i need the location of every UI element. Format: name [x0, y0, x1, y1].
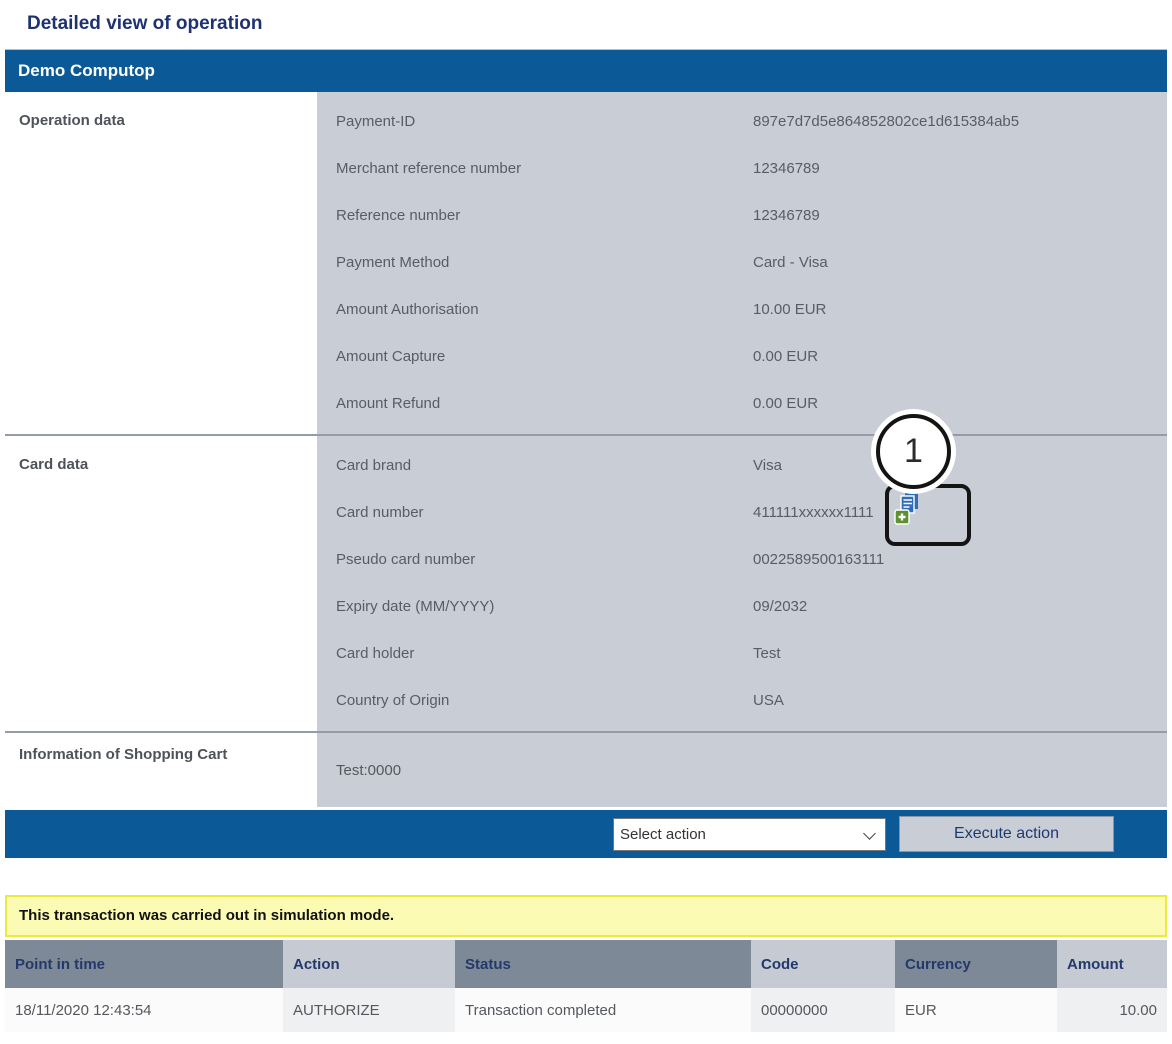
field-label: Country of Origin	[336, 692, 753, 709]
copy-card-number-icon[interactable]	[894, 491, 920, 531]
field-value: 0.00 EUR	[753, 395, 818, 412]
column-header-currency: Currency	[895, 940, 1057, 988]
detail-row-amount-capture: Amount Capture 0.00 EUR	[317, 333, 1167, 380]
field-value: Visa	[753, 457, 782, 474]
history-row: 18/11/2020 12:43:54 AUTHORIZE Transactio…	[5, 988, 1167, 1032]
section-rows: Card brand Visa Card number 411111xxxxxx…	[317, 436, 1167, 731]
detail-row-card-holder: Card holder Test	[317, 630, 1167, 677]
field-label: Payment-ID	[336, 113, 753, 130]
detail-row-expiry-date: Expiry date (MM/YYYY) 09/2032	[317, 583, 1167, 630]
field-value: 12346789	[753, 160, 820, 177]
detail-row-payment-method: Payment Method Card - Visa	[317, 239, 1167, 286]
field-label: Card number	[336, 504, 753, 521]
field-value: 09/2032	[753, 598, 807, 615]
field-value: 411111xxxxxx1111	[753, 504, 874, 521]
column-header-point-in-time: Point in time	[5, 940, 283, 988]
simulation-mode-notice: This transaction was carried out in simu…	[5, 895, 1167, 937]
detail-row-country-of-origin: Country of Origin USA	[317, 677, 1167, 724]
field-label: Payment Method	[336, 254, 753, 271]
field-label: Reference number	[336, 207, 753, 224]
field-label: Amount Refund	[336, 395, 753, 412]
action-select-wrap: Select action	[613, 818, 886, 851]
transaction-history-table: Point in time Action Status Code Currenc…	[5, 940, 1167, 1032]
action-select[interactable]: Select action	[613, 818, 886, 851]
field-value: USA	[753, 692, 784, 709]
cell-amount: 10.00	[1057, 988, 1167, 1032]
section-rows: Payment-ID 897e7d7d5e864852802ce1d615384…	[317, 92, 1167, 434]
field-value: 12346789	[753, 207, 820, 224]
section-title: Operation data	[5, 92, 317, 434]
detail-row-card-number: Card number 411111xxxxxx1111	[317, 489, 1167, 536]
cell-point-in-time: 18/11/2020 12:43:54	[5, 988, 283, 1032]
field-label: Amount Authorisation	[336, 301, 753, 318]
section-shopping-cart: Information of Shopping Cart Test:0000	[5, 731, 1167, 807]
section-operation-data: Operation data Payment-ID 897e7d7d5e8648…	[5, 92, 1167, 434]
field-label: Card holder	[336, 645, 753, 662]
field-label: Card brand	[336, 457, 753, 474]
detail-row-amount-authorisation: Amount Authorisation 10.00 EUR	[317, 286, 1167, 333]
operation-detail-panel: Demo Computop Operation data Payment-ID …	[5, 49, 1167, 858]
field-label: Pseudo card number	[336, 551, 753, 568]
detail-row-merchant-ref: Merchant reference number 12346789	[317, 145, 1167, 192]
field-value: 10.00 EUR	[753, 301, 826, 318]
detail-row-amount-refund: Amount Refund 0.00 EUR	[317, 380, 1167, 427]
merchant-header: Demo Computop	[5, 49, 1167, 92]
column-header-status: Status	[455, 940, 751, 988]
execute-action-button[interactable]: Execute action	[899, 816, 1114, 852]
section-title: Information of Shopping Cart	[19, 745, 231, 765]
field-value: Test	[753, 645, 781, 662]
page-title: Detailed view of operation	[5, 0, 1167, 49]
detail-row-card-brand: Card brand Visa	[317, 442, 1167, 489]
cell-code: 00000000	[751, 988, 895, 1032]
field-label: Merchant reference number	[336, 160, 753, 177]
column-header-amount: Amount	[1057, 940, 1167, 988]
section-card-data: Card data Card brand Visa Card number 41…	[5, 434, 1167, 731]
field-value: Card - Visa	[753, 254, 828, 271]
detail-row-reference: Reference number 12346789	[317, 192, 1167, 239]
history-header-row: Point in time Action Status Code Currenc…	[5, 940, 1167, 988]
field-label: Expiry date (MM/YYYY)	[336, 598, 753, 615]
cell-currency: EUR	[895, 988, 1057, 1032]
detail-row-pseudo-card-number: Pseudo card number 0022589500163111	[317, 536, 1167, 583]
page: Detailed view of operation Demo Computop…	[5, 0, 1167, 1032]
detail-row-payment-id: Payment-ID 897e7d7d5e864852802ce1d615384…	[317, 98, 1167, 145]
cell-action: AUTHORIZE	[283, 988, 455, 1032]
shopping-cart-value: Test:0000	[317, 733, 1167, 807]
field-value: 0022589500163111	[753, 551, 884, 568]
action-bar: Select action Execute action	[5, 810, 1167, 858]
column-header-action: Action	[283, 940, 455, 988]
column-header-code: Code	[751, 940, 895, 988]
field-value: 897e7d7d5e864852802ce1d615384ab5	[753, 113, 1019, 130]
section-title: Card data	[5, 436, 317, 731]
field-label: Amount Capture	[336, 348, 753, 365]
field-value: 0.00 EUR	[753, 348, 818, 365]
cell-status: Transaction completed	[455, 988, 751, 1032]
